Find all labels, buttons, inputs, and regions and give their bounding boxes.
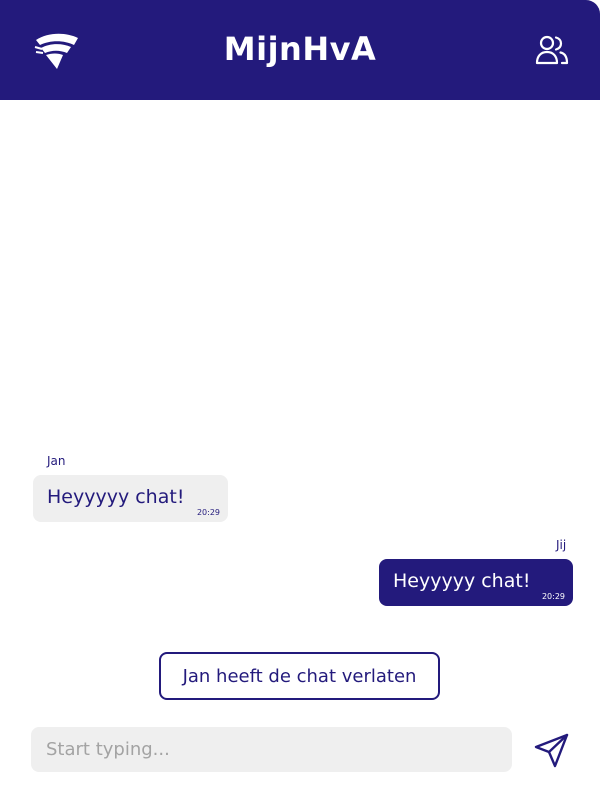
message-timestamp: 20:29 xyxy=(541,592,565,601)
message-text: Heyyyyy chat! xyxy=(393,570,531,592)
message-sender-name: Jij xyxy=(556,538,567,552)
outgoing-message-bubble: Heyyyyy chat! 20:29 xyxy=(379,559,573,606)
message-input[interactable] xyxy=(31,727,512,772)
chat-app: MijnHvA Jan Heyyyyy chat! 20:29 Jij Heyy… xyxy=(0,0,600,800)
message-sender-name: Jan xyxy=(47,454,66,468)
chat-left-notice: Jan heeft de chat verlaten xyxy=(159,652,440,700)
app-header: MijnHvA xyxy=(0,0,600,100)
incoming-message-bubble: Heyyyyy chat! 20:29 xyxy=(33,475,228,522)
message-text: Heyyyyy chat! xyxy=(47,486,185,508)
send-icon[interactable] xyxy=(533,731,571,769)
users-icon[interactable] xyxy=(534,32,570,68)
message-timestamp: 20:29 xyxy=(196,508,220,517)
message-input-container xyxy=(31,727,512,772)
app-title: MijnHvA xyxy=(223,30,377,68)
